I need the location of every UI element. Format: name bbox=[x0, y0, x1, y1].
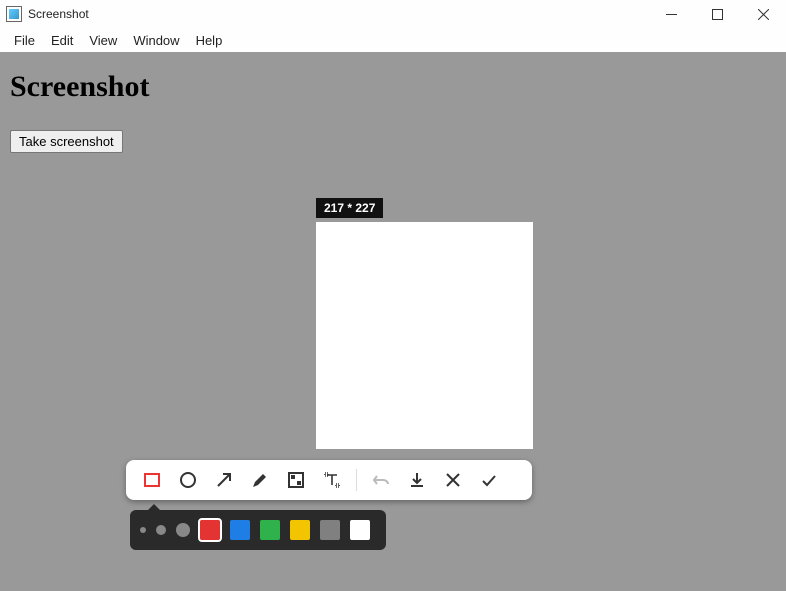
color-swatch-red[interactable] bbox=[200, 520, 220, 540]
window-controls bbox=[648, 0, 786, 28]
tool-rectangle[interactable] bbox=[134, 462, 170, 498]
action-download[interactable] bbox=[399, 462, 435, 498]
pen-icon bbox=[251, 471, 269, 489]
color-swatch-white[interactable] bbox=[350, 520, 370, 540]
maximize-button[interactable] bbox=[694, 0, 740, 28]
tool-text[interactable] bbox=[314, 462, 350, 498]
close-button[interactable] bbox=[740, 0, 786, 28]
tool-arrow[interactable] bbox=[206, 462, 242, 498]
tool-options-popover bbox=[130, 510, 386, 550]
undo-icon bbox=[372, 471, 390, 489]
menu-window[interactable]: Window bbox=[125, 31, 187, 50]
action-undo[interactable] bbox=[363, 462, 399, 498]
action-confirm[interactable] bbox=[471, 462, 507, 498]
toolbar-separator bbox=[356, 469, 357, 491]
capture-selection[interactable] bbox=[316, 222, 533, 449]
color-swatch-yellow[interactable] bbox=[290, 520, 310, 540]
tool-pen[interactable] bbox=[242, 462, 278, 498]
menu-edit[interactable]: Edit bbox=[43, 31, 81, 50]
color-swatch-green[interactable] bbox=[260, 520, 280, 540]
rectangle-icon bbox=[143, 471, 161, 489]
menubar: File Edit View Window Help bbox=[0, 28, 786, 52]
ellipse-icon bbox=[179, 471, 197, 489]
annotation-toolbar bbox=[126, 460, 532, 500]
maximize-icon bbox=[712, 9, 723, 20]
tool-mosaic[interactable] bbox=[278, 462, 314, 498]
download-icon bbox=[408, 471, 426, 489]
arrow-icon bbox=[215, 471, 233, 489]
titlebar: Screenshot bbox=[0, 0, 786, 28]
stroke-size-medium[interactable] bbox=[156, 525, 166, 535]
capture-overlay[interactable]: 217 * 227 bbox=[0, 52, 786, 591]
tool-ellipse[interactable] bbox=[170, 462, 206, 498]
menu-view[interactable]: View bbox=[81, 31, 125, 50]
stroke-size-large[interactable] bbox=[176, 523, 190, 537]
close-icon bbox=[758, 9, 769, 20]
action-cancel[interactable] bbox=[435, 462, 471, 498]
app-icon bbox=[6, 6, 22, 22]
color-swatch-gray[interactable] bbox=[320, 520, 340, 540]
minimize-icon bbox=[666, 9, 677, 20]
check-icon bbox=[480, 471, 498, 489]
mosaic-icon bbox=[287, 471, 305, 489]
window-title: Screenshot bbox=[28, 7, 89, 21]
menu-help[interactable]: Help bbox=[188, 31, 231, 50]
menu-file[interactable]: File bbox=[6, 31, 43, 50]
minimize-button[interactable] bbox=[648, 0, 694, 28]
close-icon bbox=[445, 472, 461, 488]
text-icon bbox=[323, 471, 341, 489]
stroke-size-small[interactable] bbox=[140, 527, 146, 533]
selection-size-badge: 217 * 227 bbox=[316, 198, 383, 218]
color-swatch-blue[interactable] bbox=[230, 520, 250, 540]
